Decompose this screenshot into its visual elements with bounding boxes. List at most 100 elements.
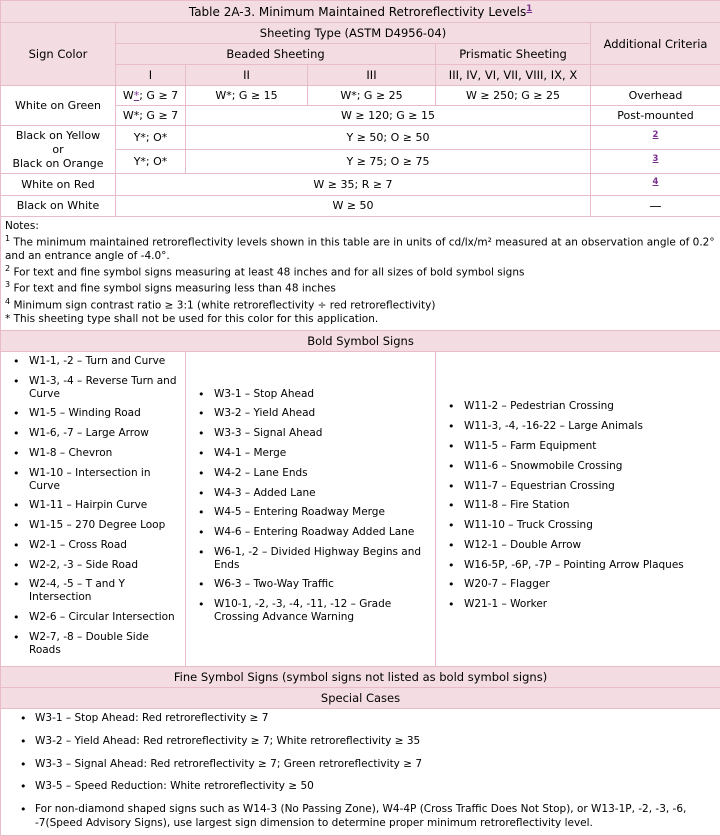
cell-wog-i: W*; G ≥ 7	[116, 86, 186, 106]
list-item: W1-8 – Chevron	[27, 447, 181, 460]
notes-heading: Notes:	[5, 220, 716, 234]
list-item: W1-11 – Hairpin Curve	[27, 499, 181, 512]
bold-signs-list-1: W1-1, -2 – Turn and Curve W1-3, -4 – Reve…	[5, 355, 181, 657]
list-item: For non-diamond shaped signs such as W14…	[35, 803, 716, 830]
cell-byo2-additional: 3	[591, 150, 720, 174]
list-item: W1-1, -2 – Turn and Curve	[27, 355, 181, 368]
list-item: W2-1 – Cross Road	[27, 539, 181, 552]
cell-wog2-span: W ≥ 120; G ≥ 15	[186, 106, 591, 126]
cell-wog-additional: Overhead	[591, 86, 720, 106]
fine-symbol-signs-heading: Fine Symbol Signs (symbol signs not list…	[1, 667, 720, 688]
list-item: W2-4, -5 – T and Y Intersection	[27, 578, 181, 604]
footnote-link-1[interactable]: 1	[526, 4, 532, 14]
row-label-white-on-green: White on Green	[1, 86, 116, 126]
list-item: W11-3, -4, -16-22 – Large Animals	[462, 420, 716, 433]
bold-signs-column-1: W1-1, -2 – Turn and Curve W1-3, -4 – Reve…	[1, 351, 186, 667]
header-row-sheeting-type: Sign Color Sheeting Type (ASTM D4956-04)…	[1, 23, 720, 44]
row-label-white-on-red: White on Red	[1, 174, 116, 196]
list-item: W4-6 – Entering Roadway Added Lane	[212, 526, 431, 539]
list-item: W4-3 – Added Lane	[212, 487, 431, 500]
cell-byo-i: Y*; O*	[116, 126, 186, 150]
list-item: W3-3 – Signal Ahead	[212, 427, 431, 440]
table-row: White on Red W ≥ 35; R ≥ 7 4	[1, 174, 720, 196]
special-cases-row: W3-1 – Stop Ahead: Red retroreflectivity…	[1, 709, 720, 836]
footnote-link-4[interactable]: 4	[653, 177, 659, 187]
note-item-star: * This sheeting type shall not be used f…	[5, 313, 716, 327]
header-additional-criteria-spacer	[591, 65, 720, 86]
list-item: W4-1 – Merge	[212, 447, 431, 460]
list-item: W3-1 – Stop Ahead	[212, 388, 431, 401]
table-title-row: Table 2A-3. Minimum Maintained Retrorefl…	[1, 1, 720, 23]
note-marker-star: *	[5, 313, 10, 325]
table-row: Black on White W ≥ 50 —	[1, 195, 720, 216]
list-item: W12-1 – Double Arrow	[462, 539, 716, 552]
list-item: W4-5 – Entering Roadway Merge	[212, 506, 431, 519]
list-item: W6-1, -2 – Divided Highway Begins and En…	[212, 546, 431, 572]
list-item: W1-5 – Winding Road	[27, 407, 181, 420]
list-item: W3-5 – Speed Reduction: White retrorefle…	[35, 780, 716, 794]
bold-symbol-signs-heading-row: Bold Symbol Signs	[1, 330, 720, 351]
list-item: W1-6, -7 – Large Arrow	[27, 427, 181, 440]
cell-wog2-additional: Post-mounted	[591, 106, 720, 126]
bold-symbol-signs-row: W1-1, -2 – Turn and Curve W1-3, -4 – Reve…	[1, 351, 720, 667]
special-cases-heading: Special Cases	[1, 688, 720, 709]
list-item: W4-2 – Lane Ends	[212, 467, 431, 480]
special-cases-list: W3-1 – Stop Ahead: Red retroreflectivity…	[5, 712, 716, 830]
header-class-prismatic: III, IV, VI, VII, VIII, IX, X	[436, 65, 591, 86]
header-class-ii: II	[186, 65, 308, 86]
cell-byo2-i: Y*; O*	[116, 150, 186, 174]
list-item: W21-1 – Worker	[462, 598, 716, 611]
note-item-1: 1 The minimum maintained retroreflectivi…	[5, 234, 716, 264]
note-marker-4: 4	[5, 297, 10, 306]
list-item: W11-6 – Snowmobile Crossing	[462, 460, 716, 473]
list-item: W11-2 – Pedestrian Crossing	[462, 400, 716, 413]
cell-byo-additional: 2	[591, 126, 720, 150]
list-item: W20-7 – Flagger	[462, 578, 716, 591]
note-text-3: For text and fine symbol signs measuring…	[13, 283, 335, 295]
note-item-3: 3 For text and fine symbol signs measuri…	[5, 280, 716, 296]
list-item: W11-5 – Farm Equipment	[462, 440, 716, 453]
header-class-i: I	[116, 65, 186, 86]
list-item: W1-3, -4 – Reverse Turn and Curve	[27, 375, 181, 401]
list-item: W3-3 – Signal Ahead: Red retroreflectivi…	[35, 758, 716, 772]
cell-byo-span: Y ≥ 50; O ≥ 50	[186, 126, 591, 150]
special-cases-heading-row: Special Cases	[1, 688, 720, 709]
retroreflectivity-table: Table 2A-3. Minimum Maintained Retrorefl…	[0, 0, 720, 836]
cell-byo2-span: Y ≥ 75; O ≥ 75	[186, 150, 591, 174]
cell-bow-span: W ≥ 50	[116, 195, 591, 216]
table-row: White on Green W*; G ≥ 7 W*; G ≥ 15 W*; …	[1, 86, 720, 106]
footnote-link-star[interactable]: *	[134, 89, 140, 102]
list-item: W11-7 – Equestrian Crossing	[462, 480, 716, 493]
list-item: W3-2 – Yield Ahead: Red retroreflectivit…	[35, 735, 716, 749]
notes-row: Notes: 1 The minimum maintained retroref…	[1, 216, 720, 330]
list-item: W3-2 – Yield Ahead	[212, 407, 431, 420]
note-text-1: The minimum maintained retroreflectivity…	[5, 236, 715, 262]
note-marker-3: 3	[5, 280, 10, 289]
list-item: W16-5P, -6P, -7P – Pointing Arrow Plaque…	[462, 559, 716, 572]
notes-cell: Notes: 1 The minimum maintained retroref…	[1, 216, 720, 330]
list-item: W10-1, -2, -3, -4, -11, -12 – Grade Cros…	[212, 598, 431, 624]
header-beaded-sheeting: Beaded Sheeting	[116, 44, 436, 65]
footnote-link-3[interactable]: 3	[653, 154, 659, 164]
cell-bow-additional: —	[591, 195, 720, 216]
table-row: Black on YelloworBlack on Orange Y*; O* …	[1, 126, 720, 150]
bold-signs-list-2: W3-1 – Stop Ahead W3-2 – Yield Ahead W3-3 …	[190, 388, 431, 624]
list-item: W2-7, -8 – Double Side Roads	[27, 631, 181, 657]
note-text-star: This sheeting type shall not be used for…	[14, 313, 379, 325]
list-item: W11-10 – Truck Crossing	[462, 519, 716, 532]
table-title-text: Table 2A-3. Minimum Maintained Retrorefl…	[189, 5, 526, 19]
header-additional-criteria: Additional Criteria	[591, 23, 720, 65]
cell-wog-prismatic: W ≥ 250; G ≥ 25	[436, 86, 591, 106]
row-label-black-on-yellow-orange: Black on YelloworBlack on Orange	[1, 126, 116, 174]
note-marker-1: 1	[5, 234, 10, 243]
footnote-link-2[interactable]: 2	[653, 130, 659, 140]
cell-wog-ii: W*; G ≥ 15	[186, 86, 308, 106]
row-label-black-on-white: Black on White	[1, 195, 116, 216]
header-sheeting-type: Sheeting Type (ASTM D4956-04)	[116, 23, 591, 44]
list-item: W3-1 – Stop Ahead: Red retroreflectivity…	[35, 712, 716, 726]
note-text-2: For text and fine symbol signs measuring…	[13, 266, 524, 278]
table-title-cell: Table 2A-3. Minimum Maintained Retrorefl…	[1, 1, 720, 23]
cell-wog-iii: W*; G ≥ 25	[308, 86, 436, 106]
header-prismatic-sheeting: Prismatic Sheeting	[436, 44, 591, 65]
list-item: W6-3 – Two-Way Traffic	[212, 578, 431, 591]
